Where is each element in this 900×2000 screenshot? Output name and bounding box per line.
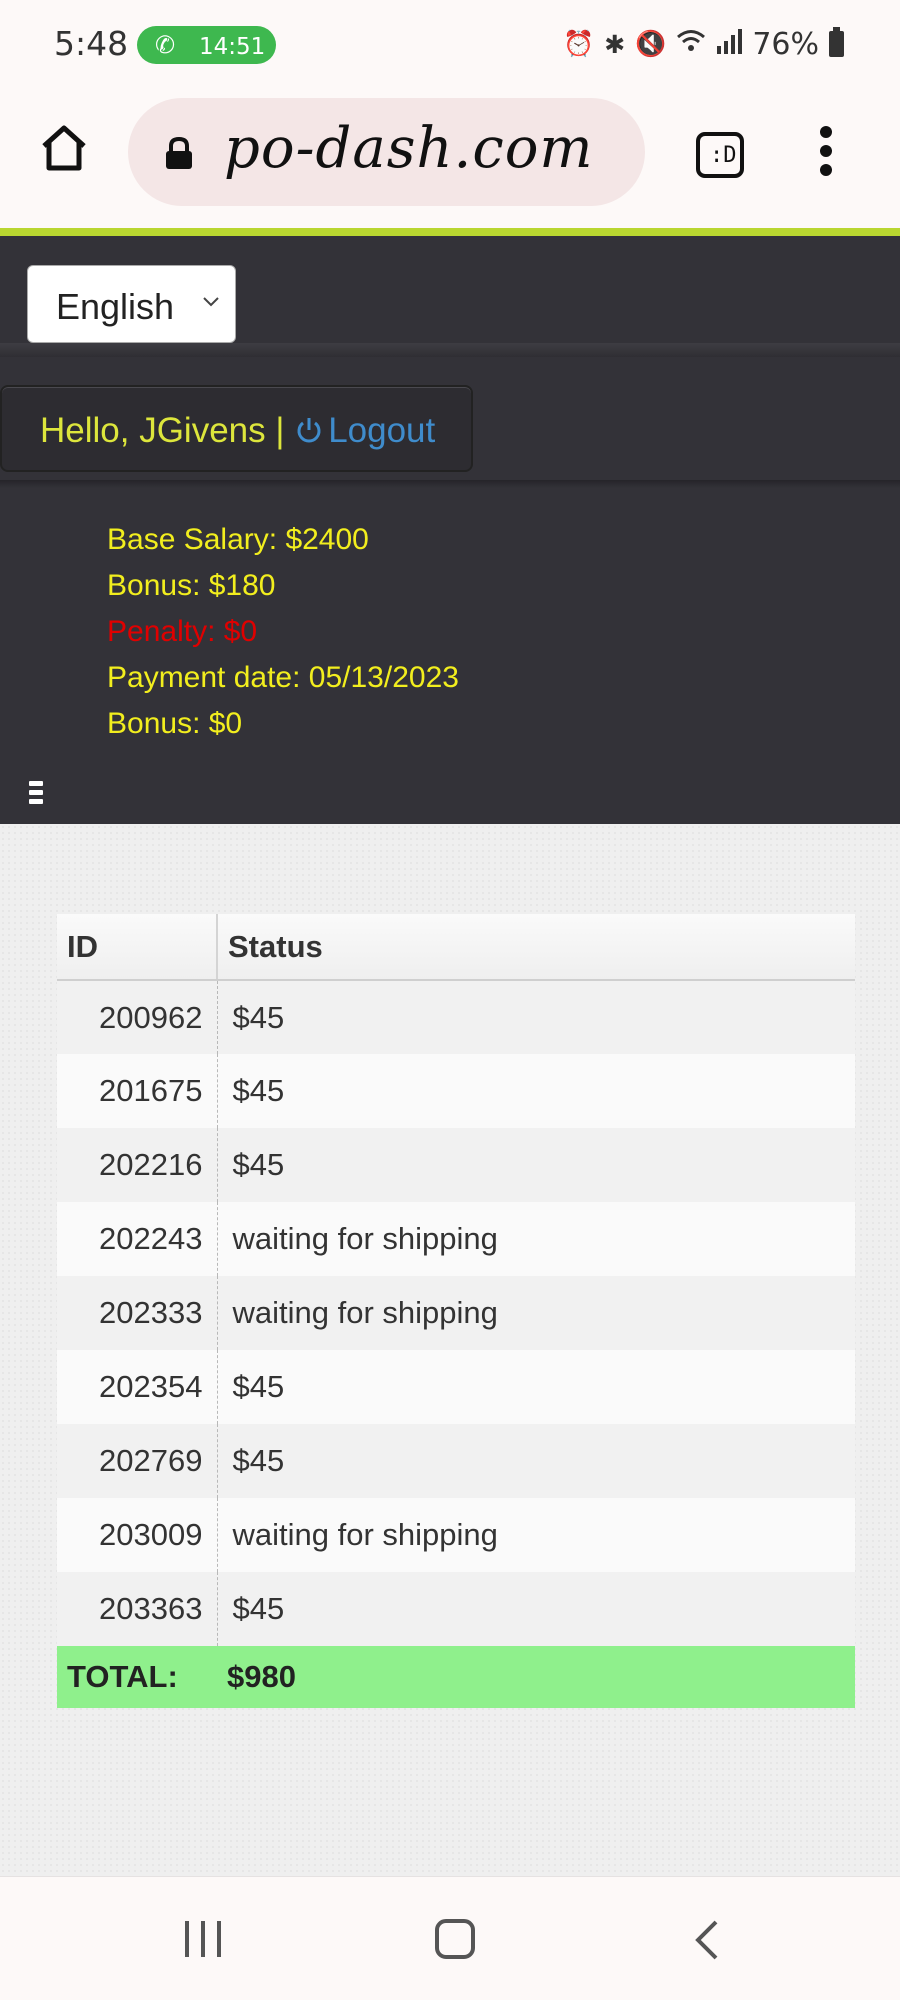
mute-icon: 🔇 [635,29,667,58]
table-row: 202354 $45 [57,1350,855,1424]
ongoing-call-pill[interactable]: ✆ 14:51 [137,26,276,64]
table-row: 202243 waiting for shipping [57,1202,855,1276]
info-label: Bonus: [107,569,201,602]
home-button-icon[interactable] [435,1919,475,1959]
info-value: $0 [223,615,258,648]
call-timer: 14:51 [199,34,266,60]
tabs-icon-label: :D [710,143,737,168]
language-select-value: English [56,286,175,327]
info-label: Base Salary: [107,523,278,556]
info-value: 05/13/2023 [308,661,459,694]
base-salary-info: Base Salary: $2400 [107,523,369,557]
order-status: waiting for shipping [217,1498,855,1572]
order-id: 202243 [57,1202,218,1276]
user-greeting-line: Hello, JGivens | Logout [40,411,435,451]
order-status: $45 [217,980,855,1054]
menu-toggle-icon[interactable] [29,781,43,809]
order-id: 203363 [57,1572,218,1646]
signal-icon [716,28,743,60]
table-row: 202333 waiting for shipping [57,1276,855,1350]
back-icon[interactable] [690,1919,726,1961]
total-value: $980 [217,1646,855,1708]
column-header-status[interactable]: Status [217,914,855,981]
info-label: Bonus: [107,707,201,740]
orders-table: ID Status 200962 $45 201675 $45 202216 $… [57,914,855,1708]
penalty-info: Penalty: $0 [107,615,257,649]
table-row: 203363 $45 [57,1572,855,1646]
table-row: 203009 waiting for shipping [57,1498,855,1572]
url-text: po-dash.com [224,116,594,181]
greeting-text: Hello, JGivens | [40,411,285,450]
extra-bonus-info: Bonus: $0 [107,707,242,741]
table-row: 202216 $45 [57,1128,855,1202]
address-bar[interactable]: po-dash.com [128,98,645,206]
total-row: TOTAL: $980 [57,1646,855,1708]
info-value: $2400 [285,523,369,556]
lock-icon [166,136,192,169]
home-icon[interactable] [38,122,90,174]
order-status: waiting for shipping [217,1276,855,1350]
battery-icon [829,27,844,57]
tabs-icon[interactable]: :D [696,132,744,178]
order-status: waiting for shipping [217,1202,855,1276]
wifi-icon [676,28,706,60]
system-nav-bar [0,1876,900,2000]
total-label: TOTAL: [57,1646,217,1708]
order-id: 202769 [57,1424,218,1498]
info-value: $0 [208,707,243,740]
table-row: 202769 $45 [57,1424,855,1498]
table-header-row: ID Status [57,914,855,981]
status-icons: ⏰ ✱ 🔇 76% [563,24,844,64]
status-time: 5:48 [54,24,129,63]
status-bar: 5:48 ✆ 14:51 ⏰ ✱ 🔇 76% [0,0,900,92]
order-id: 202333 [57,1276,218,1350]
bluetooth-icon: ✱ [604,29,626,59]
browser-toolbar: po-dash.com :D [0,92,900,228]
logout-label: Logout [328,411,436,450]
alarm-icon: ⏰ [563,29,595,58]
info-label: Payment date: [107,661,301,694]
language-select[interactable]: English [27,265,236,343]
header-divider [0,343,900,357]
table-row: 201675 $45 [57,1054,855,1128]
chevron-down-icon [203,297,219,307]
table-row: 200962 $45 [57,980,855,1054]
battery-percent: 76% [752,26,819,62]
order-status: $45 [217,1350,855,1424]
order-id: 202216 [57,1128,218,1202]
order-status: $45 [217,1424,855,1498]
bonus-info: Bonus: $180 [107,569,276,603]
user-bar: Hello, JGivens | Logout [0,385,473,472]
info-label: Penalty: [107,615,216,648]
info-value: $180 [208,569,276,602]
payment-date-info: Payment date: 05/13/2023 [107,661,459,695]
column-header-id[interactable]: ID [57,914,218,981]
accent-line [0,228,900,236]
phone-icon: ✆ [155,31,176,59]
order-status: $45 [217,1054,855,1128]
order-status: $45 [217,1128,855,1202]
more-menu-icon[interactable] [814,126,838,182]
order-id: 201675 [57,1054,218,1128]
order-id: 202354 [57,1350,218,1424]
main-content: ID Status 200962 $45 201675 $45 202216 $… [0,824,900,1876]
user-bar-shadow [0,480,900,488]
power-icon [297,418,321,443]
recent-apps-icon[interactable] [183,1921,223,1957]
order-status: $45 [217,1572,855,1646]
logout-link[interactable]: Logout [294,411,435,450]
order-id: 203009 [57,1498,218,1572]
order-id: 200962 [57,980,218,1054]
